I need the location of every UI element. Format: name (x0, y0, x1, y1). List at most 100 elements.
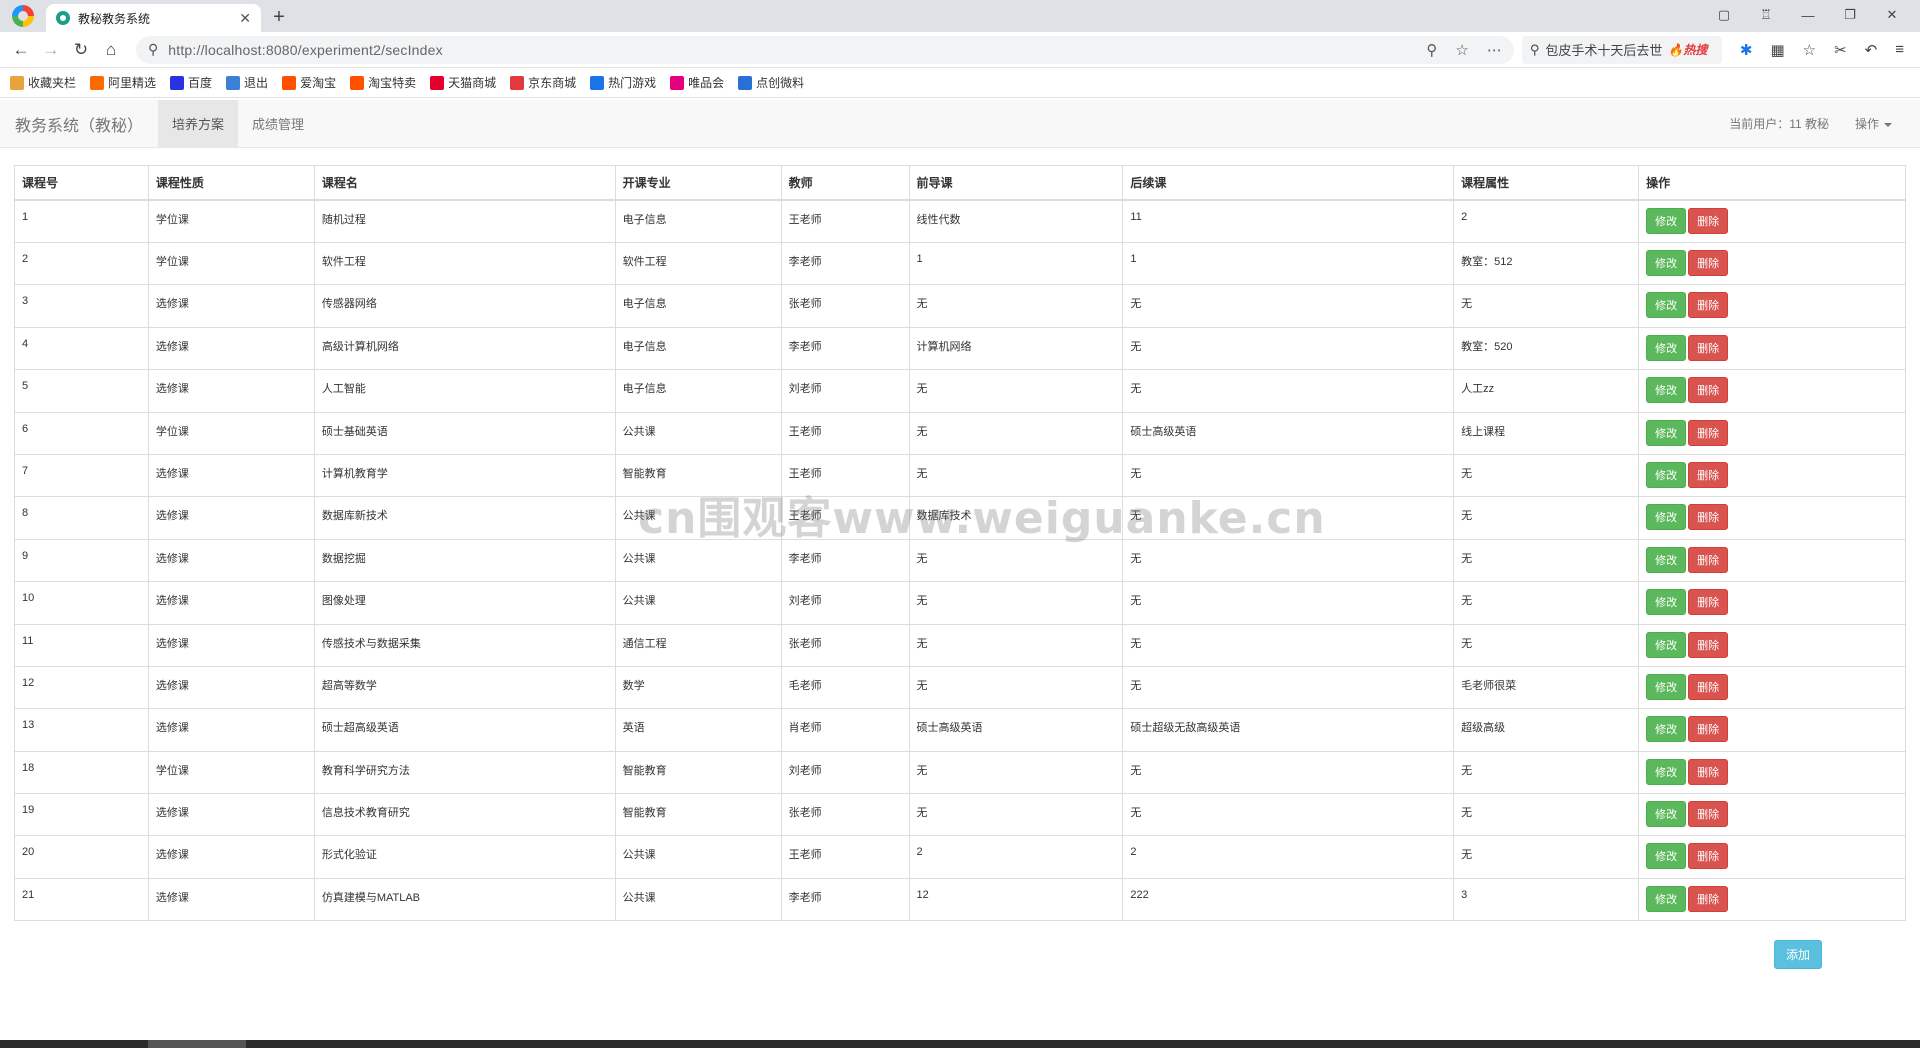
delete-button[interactable]: 删除 (1688, 292, 1729, 319)
delete-button[interactable]: 删除 (1688, 843, 1729, 870)
delete-button[interactable]: 删除 (1688, 419, 1729, 446)
delete-button[interactable]: 删除 (1688, 716, 1729, 743)
home-icon[interactable]: ⌂ (96, 40, 126, 60)
table-row: 12 选修课 超高等数学 数学 毛老师无无毛老师很菜 修改 删除 (14, 665, 1906, 710)
delete-button[interactable]: 删除 (1688, 208, 1729, 234)
bookmarks-bar: 收藏夹栏 阿里精选 百度 退出 爱淘宝 淘宝特卖 天猫商城 京东商城 热门游戏 唯品会 点创微料 (0, 68, 1920, 98)
edit-button[interactable]: 修改 (1646, 250, 1687, 276)
delete-button[interactable]: 删除 (1688, 673, 1729, 700)
column-header: 教师 (780, 165, 910, 201)
hot-search-box[interactable]: ⚲ 包皮手术十天后去世 🔥热搜 (1521, 35, 1722, 64)
table-cell: 公共课 (614, 538, 782, 583)
table-cell: 公共课 (614, 835, 782, 879)
address-input[interactable]: ⚲ http://localhost:8080/experiment2/secI… (136, 35, 1514, 64)
delete-button[interactable]: 删除 (1688, 461, 1729, 488)
delete-button[interactable]: 删除 (1688, 250, 1729, 276)
tab-count-icon[interactable]: ▢ (1714, 7, 1734, 23)
undo-icon[interactable]: ↶ (1865, 41, 1878, 59)
edit-button[interactable]: 修改 (1646, 801, 1687, 828)
edit-button[interactable]: 修改 (1646, 377, 1687, 404)
edit-button[interactable]: 修改 (1646, 419, 1687, 446)
bookmark-item[interactable]: 退出 (226, 74, 268, 91)
delete-button[interactable]: 删除 (1688, 801, 1729, 828)
table-cell: 软件工程 (614, 241, 782, 286)
reload-icon[interactable]: ↻ (66, 40, 96, 60)
edit-button[interactable]: 修改 (1646, 631, 1687, 658)
edit-button[interactable]: 修改 (1646, 461, 1687, 488)
menu-icon[interactable]: ≡ (1895, 41, 1904, 59)
table-cell: 11 (1122, 199, 1455, 243)
bookmark-item[interactable]: 京东商城 (510, 74, 576, 91)
bookmark-label: 点创微料 (756, 76, 805, 90)
new-tab-button[interactable]: + (265, 3, 293, 31)
app-brand[interactable]: 教务系统（教秘） (0, 100, 158, 147)
shirt-skin-icon[interactable]: ♖ (1756, 7, 1776, 23)
row-actions: 修改 删除 (1638, 877, 1906, 922)
nav-training-plan[interactable]: 培养方案 (158, 100, 239, 147)
bookmark-item[interactable]: 淘宝特卖 (350, 74, 416, 91)
more-icon[interactable]: ⋯ (1487, 41, 1502, 59)
apps-grid-icon[interactable]: ▦ (1770, 41, 1784, 59)
table-cell: 信息技术教育研究 (313, 793, 616, 837)
search-icon: ⚲ (148, 41, 159, 57)
delete-button[interactable]: 删除 (1688, 758, 1729, 785)
table-cell: 1 (1122, 241, 1455, 286)
bookmark-item[interactable]: 爱淘宝 (282, 74, 336, 91)
bookmark-item[interactable]: 天猫商城 (430, 74, 496, 91)
bookmark-favicon-icon (226, 75, 241, 90)
edit-button[interactable]: 修改 (1646, 716, 1687, 743)
star-icon[interactable]: ☆ (1455, 41, 1468, 59)
restore-icon[interactable]: ❐ (1840, 7, 1860, 23)
edit-button[interactable]: 修改 (1646, 292, 1687, 319)
taskbar-item[interactable] (148, 1040, 246, 1048)
edit-button[interactable]: 修改 (1646, 504, 1687, 531)
edit-button[interactable]: 修改 (1646, 546, 1687, 573)
favorites-icon[interactable]: ☆ (1803, 41, 1816, 59)
table-cell: 无 (1122, 581, 1455, 625)
table-row: 5 选修课 人工智能 电子信息 刘老师无无人工zz 修改 删除 (14, 369, 1906, 413)
bookmark-item[interactable]: 收藏夹栏 (10, 74, 76, 91)
table-cell: 张老师 (780, 623, 910, 667)
edit-button[interactable]: 修改 (1646, 334, 1687, 361)
table-cell: 学位课 (147, 411, 315, 455)
add-button[interactable]: 添加 (1774, 940, 1822, 969)
delete-button[interactable]: 删除 (1688, 631, 1729, 658)
edit-button[interactable]: 修改 (1646, 885, 1687, 912)
table-header-row: 课程号 课程性质 课程名 开课专业 教师 前导课 后续课 课程属性 操作 (14, 165, 1906, 201)
edit-button[interactable]: 修改 (1646, 843, 1687, 870)
column-header: 后续课 (1122, 165, 1455, 201)
bookmark-item[interactable]: 点创微料 (738, 74, 804, 91)
bookmark-item[interactable]: 百度 (170, 74, 212, 91)
back-icon[interactable]: ← (6, 40, 36, 60)
close-window-icon[interactable]: ✕ (1882, 7, 1902, 23)
delete-button[interactable]: 删除 (1688, 334, 1729, 361)
bookmark-favicon-icon (738, 75, 753, 90)
tab-close-icon[interactable]: ✕ (239, 10, 251, 27)
bookmark-item[interactable]: 阿里精选 (90, 74, 156, 91)
scissors-icon[interactable]: ✂ (1834, 41, 1847, 59)
row-actions: 修改 删除 (1638, 326, 1906, 371)
table-cell: 李老师 (780, 241, 910, 286)
bookmark-item[interactable]: 唯品会 (670, 74, 724, 91)
zoom-icon[interactable]: ⚲ (1426, 41, 1437, 59)
url-text[interactable]: http://localhost:8080/experiment2/secInd… (168, 42, 1426, 58)
delete-button[interactable]: 删除 (1688, 589, 1729, 616)
extension-icon[interactable]: ✱ (1740, 41, 1753, 59)
table-cell: 选修课 (147, 835, 315, 879)
nav-grade-management[interactable]: 成绩管理 (238, 100, 318, 147)
delete-button[interactable]: 删除 (1688, 504, 1729, 531)
delete-button[interactable]: 删除 (1688, 377, 1729, 404)
browser-tab[interactable]: 教秘教务系统 ✕ (46, 4, 261, 32)
operation-dropdown[interactable]: 操作 (1855, 115, 1892, 132)
table-cell: 学位课 (147, 241, 315, 286)
edit-button[interactable]: 修改 (1646, 208, 1687, 234)
edit-button[interactable]: 修改 (1646, 673, 1687, 700)
bookmark-item[interactable]: 热门游戏 (590, 74, 656, 91)
delete-button[interactable]: 删除 (1688, 885, 1729, 912)
edit-button[interactable]: 修改 (1646, 589, 1687, 616)
minimize-icon[interactable]: — (1798, 8, 1818, 23)
edit-button[interactable]: 修改 (1646, 758, 1687, 785)
table-cell: 选修课 (147, 665, 315, 710)
delete-button[interactable]: 删除 (1688, 546, 1729, 573)
forward-icon[interactable]: → (36, 40, 66, 60)
